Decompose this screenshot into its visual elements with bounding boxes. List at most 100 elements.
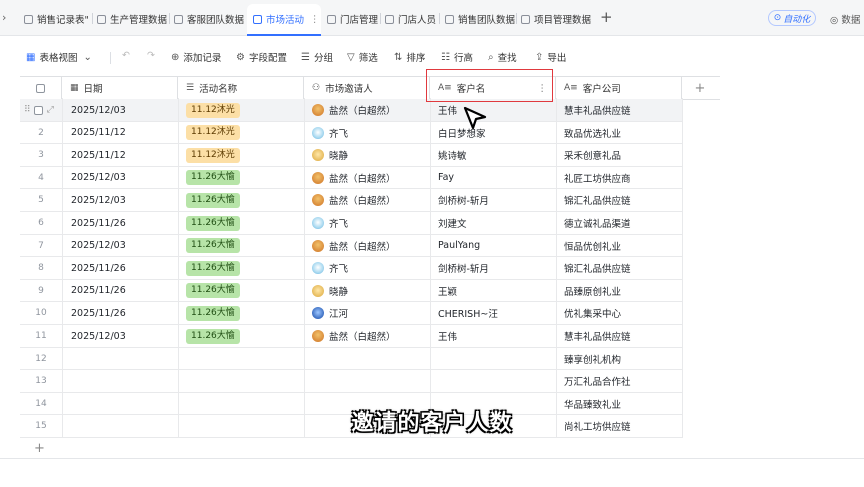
add-row-icon[interactable]: +	[34, 441, 45, 456]
company-cell[interactable]: 慧丰礼品供应链	[556, 325, 682, 347]
table-row[interactable]: 4 2025/12/03 11.26大愉 盐然（白超然） Fay 礼匠工坊供应商	[20, 167, 682, 190]
table-row[interactable]: 10 2025/11/26 11.26大愉 江河 CHERISH~汪 优礼集采中心	[20, 302, 682, 325]
date-cell[interactable]: 2025/12/03	[62, 235, 178, 257]
company-cell[interactable]: 德立诚礼品渠道	[556, 212, 682, 234]
tab-sales-team[interactable]: 销售团队数据	[445, 11, 515, 27]
inviter-cell[interactable]: 江河	[304, 302, 430, 324]
row-number-cell[interactable]: 7	[20, 235, 62, 257]
row-height-button[interactable]: ☷ 行高	[441, 50, 473, 65]
add-column-icon[interactable]: +	[680, 78, 720, 98]
tab-customer-service[interactable]: 客服团队数据	[174, 11, 244, 27]
company-cell[interactable]: 致品优选礼业	[556, 122, 682, 144]
column-header-date[interactable]: ▦ 日期	[62, 77, 178, 99]
table-row[interactable]: 6 2025/11/26 11.26大愉 齐飞 刘建文 德立诚礼品渠道	[20, 212, 682, 235]
tab-project-management[interactable]: 项目管理数据	[521, 11, 591, 27]
customer-cell[interactable]: PaulYang	[430, 235, 556, 257]
activity-cell[interactable]: 11.12沐光	[178, 99, 304, 121]
date-cell[interactable]: 2025/11/12	[62, 144, 178, 166]
company-cell[interactable]: 礼匠工坊供应商	[556, 167, 682, 189]
inviter-cell[interactable]: 盐然（白超然）	[304, 99, 430, 121]
customer-cell[interactable]: 剑桥树-斩月	[430, 189, 556, 211]
redo-button[interactable]: ↷	[147, 50, 155, 61]
activity-cell[interactable]: 11.26大愉	[178, 189, 304, 211]
company-cell[interactable]: 优礼集采中心	[556, 302, 682, 324]
company-cell[interactable]: 锦汇礼品供应链	[556, 257, 682, 279]
company-cell[interactable]: 慧丰礼品供应链	[556, 99, 682, 121]
date-cell[interactable]: 2025/12/03	[62, 325, 178, 347]
date-cell[interactable]: 2025/12/03	[62, 189, 178, 211]
customer-cell[interactable]: 王伟	[430, 99, 556, 121]
activity-cell[interactable]: 11.26大愉	[178, 235, 304, 257]
inviter-cell[interactable]: 盐然（白超然）	[304, 325, 430, 347]
date-cell[interactable]	[62, 370, 178, 392]
customer-cell[interactable]	[430, 370, 556, 392]
activity-cell[interactable]: 11.26大愉	[178, 167, 304, 189]
table-row[interactable]: 9 2025/11/26 11.26大愉 晓静 王颖 品臻原创礼业	[20, 280, 682, 303]
table-row[interactable]: 3 2025/11/12 11.12沐光 晓静 姚诗敏 采禾创意礼品	[20, 144, 682, 167]
customer-cell[interactable]: 剑桥树-斩月	[430, 257, 556, 279]
row-number-cell[interactable]: 5	[20, 189, 62, 211]
date-cell[interactable]: 2025/12/03	[62, 99, 178, 121]
customer-cell[interactable]: 姚诗敏	[430, 144, 556, 166]
company-cell[interactable]: 恒品优创礼业	[556, 235, 682, 257]
column-header-inviter[interactable]: ⚇ 市场邀请人	[304, 77, 430, 99]
company-cell[interactable]: 万汇礼品合作社	[556, 370, 682, 392]
inviter-cell[interactable]	[304, 370, 430, 392]
date-cell[interactable]: 2025/11/26	[62, 212, 178, 234]
field-config-button[interactable]: ⚙ 字段配置	[236, 50, 287, 65]
expand-row-icon[interactable]: ⤢	[47, 105, 54, 115]
activity-cell[interactable]: 11.26大愉	[178, 257, 304, 279]
inviter-cell[interactable]	[304, 348, 430, 370]
undo-button[interactable]: ↶	[122, 50, 130, 61]
customer-cell[interactable]	[430, 348, 556, 370]
tab-store-management[interactable]: 门店管理	[327, 11, 378, 27]
activity-cell[interactable]: 11.26大愉	[178, 280, 304, 302]
tab-marketing[interactable]: 市场活动 ⋮	[253, 11, 320, 27]
data-button[interactable]: ◎ 数据	[830, 12, 860, 26]
company-cell[interactable]: 臻享创礼机构	[556, 348, 682, 370]
activity-cell[interactable]: 11.12沐光	[178, 122, 304, 144]
date-cell[interactable]: 2025/11/12	[62, 122, 178, 144]
tab-more-icon[interactable]: ⋮	[310, 14, 320, 25]
row-number-cell[interactable]: 12	[20, 348, 62, 370]
date-cell[interactable]: 2025/11/26	[62, 280, 178, 302]
customer-cell[interactable]: 刘建文	[430, 212, 556, 234]
customer-cell[interactable]: 王伟	[430, 325, 556, 347]
row-number-cell[interactable]: 4	[20, 167, 62, 189]
row-number-cell[interactable]: 8	[20, 257, 62, 279]
automation-button[interactable]: ⊙ 自动化	[768, 10, 816, 26]
inviter-cell[interactable]: 盐然（白超然）	[304, 235, 430, 257]
row-number-cell[interactable]: 10	[20, 302, 62, 324]
inviter-cell[interactable]: 晓静	[304, 144, 430, 166]
row-number-cell[interactable]: 6	[20, 212, 62, 234]
tab-scroll-left-icon[interactable]: ›	[2, 11, 6, 24]
date-cell[interactable]: 2025/12/03	[62, 167, 178, 189]
activity-cell[interactable]: 11.26大愉	[178, 212, 304, 234]
table-row[interactable]: 13 万汇礼品合作社	[20, 370, 682, 393]
row-checkbox[interactable]	[33, 105, 43, 115]
customer-cell[interactable]: 白日梦想家	[430, 122, 556, 144]
group-button[interactable]: ☰ 分组	[301, 50, 333, 65]
customer-cell[interactable]: 王颖	[430, 280, 556, 302]
export-button[interactable]: ⇪ 导出	[535, 50, 566, 65]
tab-store-staff[interactable]: 门店人员	[385, 11, 436, 27]
table-row[interactable]: ⠿ ⤢ 2025/12/03 11.12沐光 盐然（白超然） 王伟 慧丰礼品供应链	[20, 99, 682, 122]
activity-cell[interactable]: 11.26大愉	[178, 325, 304, 347]
table-row[interactable]: 11 2025/12/03 11.26大愉 盐然（白超然） 王伟 慧丰礼品供应链	[20, 325, 682, 348]
company-cell[interactable]: 采禾创意礼品	[556, 144, 682, 166]
inviter-cell[interactable]: 齐飞	[304, 257, 430, 279]
column-header-company[interactable]: A≡ 客户公司	[556, 77, 682, 99]
activity-cell[interactable]: 11.26大愉	[178, 302, 304, 324]
table-row[interactable]: 7 2025/12/03 11.26大愉 盐然（白超然） PaulYang 恒品优创礼业	[20, 235, 682, 258]
inviter-cell[interactable]: 盐然（白超然）	[304, 189, 430, 211]
tab-sales-records[interactable]: 销售记录表"	[24, 11, 89, 27]
search-button[interactable]: ⌕ 查找	[488, 50, 517, 65]
activity-cell[interactable]	[178, 348, 304, 370]
select-all-checkbox[interactable]	[36, 83, 45, 93]
select-all-header[interactable]	[20, 77, 62, 99]
add-tab-icon[interactable]: +	[600, 8, 613, 26]
row-number-cell[interactable]: 11	[20, 325, 62, 347]
table-row[interactable]: 2 2025/11/12 11.12沐光 齐飞 白日梦想家 致品优选礼业	[20, 122, 682, 145]
date-cell[interactable]	[62, 348, 178, 370]
add-record-button[interactable]: ⊕ 添加记录	[171, 50, 221, 65]
